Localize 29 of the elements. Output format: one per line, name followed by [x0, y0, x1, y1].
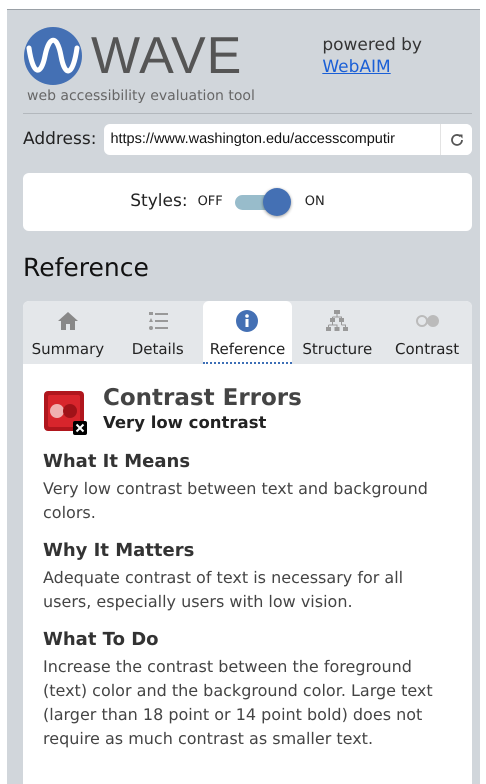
tab[interactable]: Details	[112, 300, 203, 364]
powered-by-text: powered by WebAIM	[322, 34, 422, 78]
tab[interactable]: Summary	[23, 300, 113, 364]
section-text: Increase the contrast between the foreground (text) color and the background color. Large text (larger than 18 point or 14 point bold) does not require as much contrast as smaller text.	[43, 656, 434, 750]
reload-icon	[448, 132, 464, 148]
section-heading: Why It Matters	[43, 539, 196, 564]
reference-subtitle: Very low contrast	[103, 412, 268, 434]
section-heading: What To Do	[43, 628, 160, 652]
section-heading: What It Means	[43, 450, 192, 474]
tab[interactable]: Contrast	[382, 300, 472, 364]
info-icon	[235, 308, 260, 332]
logo-wordmark: WAVE	[91, 30, 242, 82]
tagline: web accessibility evaluation tool	[27, 87, 256, 106]
reference-title: Contrast Errors	[103, 386, 302, 412]
section-text: Adequate contrast of text is necessary for all users, especially users with low vision.	[43, 567, 404, 614]
off-label: OFF	[198, 193, 223, 212]
tab[interactable]: Structure	[292, 300, 382, 364]
reload-button[interactable]	[440, 124, 472, 155]
address-label: Address:	[23, 128, 96, 151]
panel-title: Reference	[23, 252, 150, 284]
on-label: ON	[304, 193, 325, 212]
styles-label: Styles:	[130, 190, 188, 214]
tab[interactable]: Reference	[202, 300, 292, 364]
address-field[interactable]: https://www.washington.edu/accesscomputir	[104, 124, 472, 155]
webaim-link[interactable]: WebAIM	[322, 57, 391, 77]
wave-logo-icon	[23, 26, 83, 86]
section-text: Very low contrast between text and background colors.	[43, 478, 429, 524]
hierarchy-icon	[325, 308, 350, 332]
contrast-error-icon	[43, 390, 87, 436]
